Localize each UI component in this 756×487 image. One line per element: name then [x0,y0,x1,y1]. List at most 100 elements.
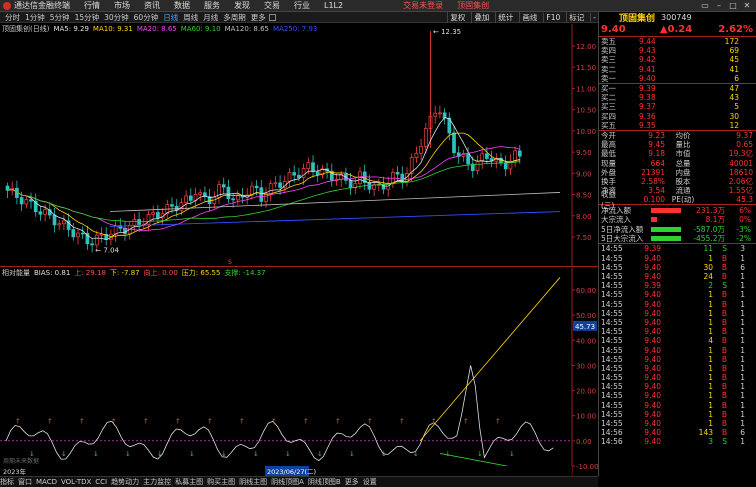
menu-item[interactable]: 行业 [294,0,310,11]
tick-side: B [721,428,727,438]
candlestick-chart[interactable]: 12.00 11.50 11.00 10.50 10.00 9.50 9.00 8.50 8.0… [0,24,598,267]
indicator-tab[interactable]: 购买主图 [207,477,235,487]
indicator-tab[interactable]: 阴线顶图B [308,477,341,487]
menu-item[interactable]: 交易 [264,0,280,11]
toolbar-button[interactable]: F10 [543,13,562,22]
tick-price: 9.40 [644,428,661,438]
tick-price: 9.40 [644,437,661,447]
menu-item[interactable]: 服务 [204,0,220,11]
indicator-tab[interactable]: 私募主图 [175,477,203,487]
tick-time: 14:55 [601,373,623,383]
period-tab[interactable]: 1分钟 [25,12,45,23]
indicator-tab[interactable]: 更多 [345,477,359,487]
minimize-icon[interactable]: – [712,0,726,11]
candle-body [76,232,80,238]
toolbar-button[interactable]: 叠加 [471,12,491,23]
signal-marker: ↑ [143,417,149,425]
y-tick-label: 11.50 [576,64,596,72]
signal-marker: ↓ [253,450,259,458]
candle-body [414,152,419,159]
tick-price: 9.40 [644,363,661,373]
menu-item[interactable]: 市场 [114,0,130,11]
candle-body [113,225,118,235]
menu-item[interactable]: 资讯 [144,0,160,11]
tick-side: S [722,244,727,254]
toolbar-button[interactable]: 统计 [495,12,515,23]
tick-time: 14:55 [601,272,623,282]
layout-toggle-icon[interactable] [268,13,276,21]
menu-item[interactable]: 数据 [174,0,190,11]
period-tab[interactable]: 60分钟 [134,12,159,23]
candle-body [480,153,485,162]
tick-list[interactable]: 14:55 9.39 11 S 3 14:55 9.40 1 B 1 14:55 9.40 30 B 6 14… [599,244,756,446]
signal-marker: ↓ [29,450,35,458]
period-tab[interactable]: 日线 [163,12,178,23]
close-icon[interactable]: ✕ [740,0,754,11]
period-tab[interactable]: 月线 [203,12,218,23]
indicator-tab[interactable]: VOL-TDX [61,478,91,486]
tick-time: 14:55 [601,409,623,419]
bid-price: 9.39 [639,84,656,94]
tick-volume: 1 [708,409,713,419]
indicator-tab[interactable]: 主力监控 [143,477,171,487]
indicator-tab[interactable]: 阴线顶图A [271,477,304,487]
tick-side: B [721,391,727,401]
tick-price: 9.40 [644,391,661,401]
indicator-tab[interactable]: 窗口 [18,477,32,487]
ma-legend-item: MA20: 8.65 [136,25,177,33]
tick-row: 14:55 9.40 1 B 1 [599,364,756,373]
toolbar-button[interactable]: - [590,13,598,22]
toolbar-button[interactable]: 画线 [519,12,539,23]
tick-side: B [721,299,727,309]
tick-count: 6 [740,428,745,438]
login-notice[interactable]: 交易未登录 [403,0,443,11]
ask-price: 9.44 [639,37,656,47]
indicator-tab[interactable]: 指标 [0,477,14,487]
candle-body [24,199,29,205]
indicator-tab[interactable]: 设置 [363,477,377,487]
tick-time: 14:55 [601,382,623,392]
tick-count: 1 [740,373,745,383]
tick-time: 14:55 [601,400,623,410]
period-tab[interactable]: 周线 [183,12,198,23]
indicator-tab[interactable]: MACD [36,478,57,486]
candle-body [19,197,24,205]
period-tab[interactable]: 多周期 [223,12,246,23]
indicator-chart[interactable]: 60.00 50.00 40.00 30.00 20.00 10.00 0.00 -10.00… [0,268,598,476]
menu-item[interactable]: 发现 [234,0,250,11]
candle-body [80,232,85,235]
tick-volume: 1 [708,363,713,373]
y-tick-label: 50.00 [576,312,596,320]
period-tab[interactable]: 30分钟 [104,12,129,23]
stat-value: 664 [650,158,665,168]
restore-icon[interactable]: ▭ [698,0,712,11]
tick-count: 1 [740,290,745,300]
maximize-icon[interactable]: □ [726,0,740,11]
tick-row: 14:55 9.40 1 B 1 [599,391,756,400]
period-tab[interactable]: 更多 [251,12,266,23]
signal-marker: ↑ [15,417,21,425]
ask-row[interactable]: 卖一 9.40 6 [599,74,756,83]
period-tab[interactable]: 15分钟 [75,12,100,23]
toolbar-button[interactable]: 标记 [566,12,586,23]
menu-item[interactable]: 行情 [84,0,100,11]
indicator-tab[interactable]: 阴线主图 [239,477,267,487]
y-tick-label: 30.00 [576,362,596,370]
chart-bg [0,24,598,267]
stat-value: 9.37 [736,130,753,140]
candle-body [137,219,141,225]
period-tab[interactable]: 分时 [5,12,20,23]
tick-row: 14:55 9.40 1 B 1 [599,373,756,382]
bid-row[interactable]: 买五 9.35 12 [599,121,756,130]
period-tab[interactable]: 5分钟 [50,12,70,23]
indicator-legend-item: BIAS: 0.81 [34,269,71,277]
signal-marker: ↑ [79,417,85,425]
indicator-tab[interactable]: CCI [95,478,107,486]
bid-volume: 47 [729,84,739,94]
menu-item[interactable]: L1L2 [324,1,343,10]
indicator-tab[interactable]: 趋势动力 [111,477,139,487]
toolbar-button[interactable]: 复权 [447,12,467,23]
candle-body [273,182,278,185]
tick-volume: 1 [708,400,713,410]
y-tick-label: 9.00 [576,170,592,178]
